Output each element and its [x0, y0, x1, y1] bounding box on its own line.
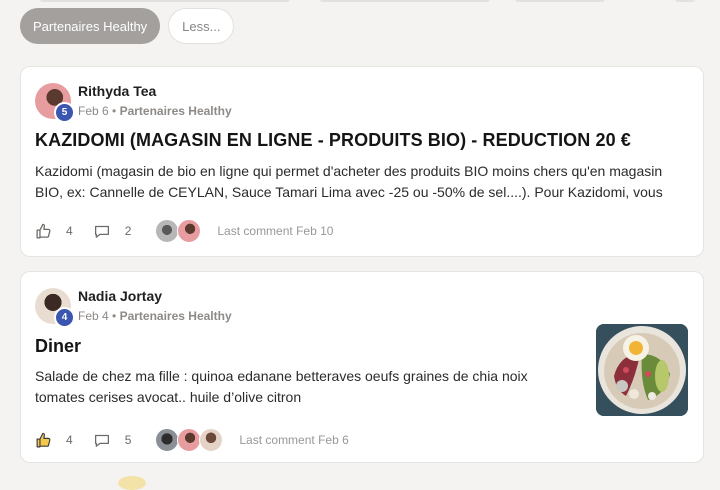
post-category[interactable]: Partenaires Healthy	[120, 104, 232, 118]
post-excerpt: Kazidomi (magasin de bio en ligne qui pe…	[35, 163, 663, 200]
post-thumbnail-image[interactable]	[596, 324, 688, 416]
comment-count: 2	[124, 224, 132, 238]
like-button[interactable]: 4	[35, 223, 73, 240]
meta-separator: •	[112, 309, 117, 323]
comment-button[interactable]: 5	[93, 432, 132, 449]
post-meta: Feb 6 • Partenaires Healthy	[78, 104, 232, 118]
speech-bubble-icon	[94, 225, 109, 238]
like-count: 4	[66, 433, 73, 447]
last-comment-date: Last comment Feb 10	[217, 224, 334, 238]
post-actions: 4 2 Last comment Feb 10	[35, 219, 333, 243]
post-excerpt: Salade de chez ma fille : quinoa edanane…	[35, 368, 528, 405]
post-title[interactable]: Diner	[35, 336, 81, 357]
last-comment-date: Last comment Feb 6	[239, 433, 349, 447]
author-avatar[interactable]: 5	[35, 83, 75, 123]
next-post-avatar-edge	[118, 476, 146, 490]
commenter-avatar[interactable]	[199, 428, 224, 452]
filter-chip-less[interactable]: Less...	[168, 8, 235, 44]
meta-separator: •	[112, 104, 117, 118]
thumbs-up-icon	[36, 223, 51, 239]
like-button[interactable]: 4	[35, 432, 73, 449]
comment-count: 5	[124, 433, 132, 447]
post-category[interactable]: Partenaires Healthy	[120, 309, 232, 323]
like-count: 4	[66, 224, 73, 238]
commenter-avatar[interactable]	[177, 219, 202, 243]
speech-bubble-icon	[94, 434, 109, 447]
post-date: Feb 6	[78, 104, 109, 118]
post-card[interactable]: 4 Nadia Jortay Feb 4 • Partenaires Healt…	[20, 271, 704, 463]
post-date: Feb 4	[78, 309, 109, 323]
commenter-avatar[interactable]	[177, 428, 202, 452]
post-actions: 4 5 Last comment Feb 6	[35, 428, 349, 452]
commenter-avatar[interactable]	[155, 219, 180, 243]
commenter-avatars	[155, 428, 224, 452]
previous-content-edge	[0, 0, 720, 2]
post-meta: Feb 4 • Partenaires Healthy	[78, 309, 232, 323]
level-badge: 4	[54, 307, 75, 328]
filter-chip-partenaires-healthy[interactable]: Partenaires Healthy	[20, 8, 161, 44]
comment-button[interactable]: 2	[93, 223, 132, 240]
commenter-avatars	[155, 219, 202, 243]
author-name[interactable]: Nadia Jortay	[78, 288, 162, 304]
author-avatar[interactable]: 4	[35, 288, 75, 328]
author-name[interactable]: Rithyda Tea	[78, 83, 156, 99]
thumbs-up-filled-icon	[36, 432, 51, 447]
post-card[interactable]: 5 Rithyda Tea Feb 6 • Partenaires Health…	[20, 66, 704, 257]
category-filter-bar: Partenaires Healthy Less...	[20, 8, 235, 44]
salad-bowl-image	[596, 324, 688, 416]
post-title[interactable]: KAZIDOMI (MAGASIN EN LIGNE - PRODUITS BI…	[35, 130, 631, 151]
commenter-avatar[interactable]	[155, 428, 180, 452]
level-badge: 5	[54, 102, 75, 123]
